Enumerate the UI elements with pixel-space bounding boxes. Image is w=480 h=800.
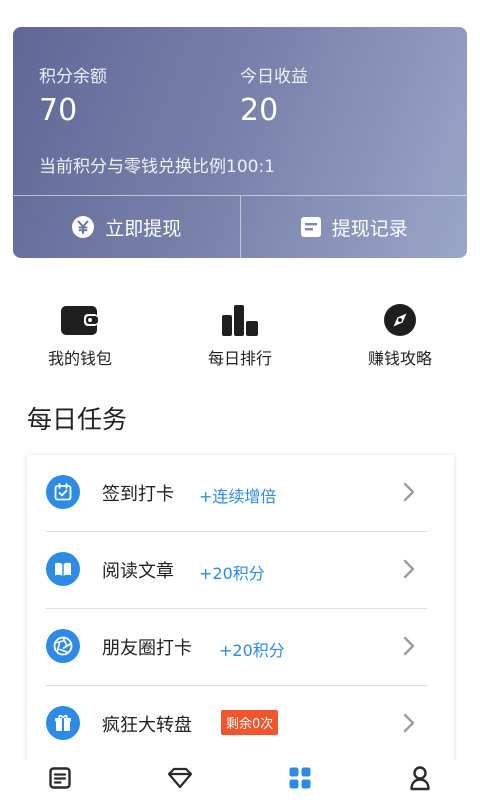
task-name: 阅读文章: [102, 561, 174, 582]
bar-chart-icon: [220, 300, 260, 340]
task-row-checkin[interactable]: 签到打卡 +连续增倍: [27, 455, 454, 532]
today-earnings-label: 今日收益: [240, 67, 308, 87]
chevron-right-icon: [402, 558, 416, 584]
task-reward: +20积分: [199, 564, 265, 583]
task-name: 签到打卡: [102, 484, 174, 505]
task-name: 朋友圈打卡: [102, 638, 192, 659]
withdraw-label: 立即提现: [105, 217, 182, 240]
shortcut-wallet[interactable]: 我的钱包: [10, 300, 150, 369]
aperture-icon: [46, 629, 80, 663]
withdraw-records-label: 提现记录: [331, 217, 408, 240]
task-row-wheel[interactable]: 疯狂大转盘 剩余0次: [27, 686, 454, 763]
balance-block: 积分余额 70: [39, 67, 107, 129]
yen-icon: [71, 215, 95, 239]
news-icon: [48, 766, 72, 794]
chevron-right-icon: [402, 635, 416, 661]
balance-value: 70: [39, 93, 78, 128]
task-reward: +连续增倍: [199, 487, 277, 506]
tab-discover[interactable]: [120, 760, 240, 800]
today-earnings-value: 20: [240, 93, 279, 128]
points-card: 积分余额 70 今日收益 20 当前积分与零钱兑换比例100:1 立即提现 提现…: [13, 27, 467, 258]
remaining-badge: 剩余0次: [221, 710, 279, 735]
tab-profile[interactable]: [360, 760, 480, 800]
gift-icon: [46, 706, 80, 740]
shortcut-ranking-label: 每日排行: [207, 349, 272, 368]
withdraw-button[interactable]: 立即提现: [13, 196, 240, 258]
task-row-read[interactable]: 阅读文章 +20积分: [27, 532, 454, 609]
compass-icon: [383, 300, 417, 340]
points-actions: 立即提现 提现记录: [13, 195, 467, 258]
shortcut-row: 我的钱包 每日排行 赚钱攻略: [0, 300, 480, 370]
book-icon: [46, 552, 80, 586]
person-icon: [409, 765, 431, 795]
withdraw-records-button[interactable]: 提现记录: [239, 196, 468, 258]
exchange-rate-text: 当前积分与零钱兑换比例100:1: [39, 157, 275, 177]
task-name: 疯狂大转盘: [102, 715, 192, 736]
calendar-check-icon: [46, 475, 80, 509]
section-title: 每日任务: [27, 405, 128, 434]
tab-news[interactable]: [0, 760, 120, 800]
task-row-moments[interactable]: 朋友圈打卡 +20积分: [27, 609, 454, 686]
chevron-right-icon: [402, 481, 416, 507]
today-earnings-block: 今日收益 20: [240, 67, 308, 129]
shortcut-wallet-label: 我的钱包: [47, 349, 112, 368]
task-list: 签到打卡 +连续增倍 阅读文章 +20积分 朋友圈打卡 +20积分 疯狂大转盘 …: [27, 455, 454, 775]
shortcut-guide[interactable]: 赚钱攻略: [330, 300, 470, 369]
record-icon: [300, 216, 322, 238]
wallet-icon: [60, 300, 100, 340]
diamond-icon: [167, 767, 193, 793]
task-reward: +20积分: [219, 641, 285, 660]
bottom-tab-bar: [0, 760, 480, 800]
shortcut-guide-label: 赚钱攻略: [367, 349, 432, 368]
balance-label: 积分余额: [39, 67, 107, 87]
shortcut-ranking[interactable]: 每日排行: [170, 300, 310, 369]
chevron-right-icon: [402, 712, 416, 738]
tab-tasks[interactable]: [240, 760, 360, 800]
grid-icon: [288, 766, 312, 794]
